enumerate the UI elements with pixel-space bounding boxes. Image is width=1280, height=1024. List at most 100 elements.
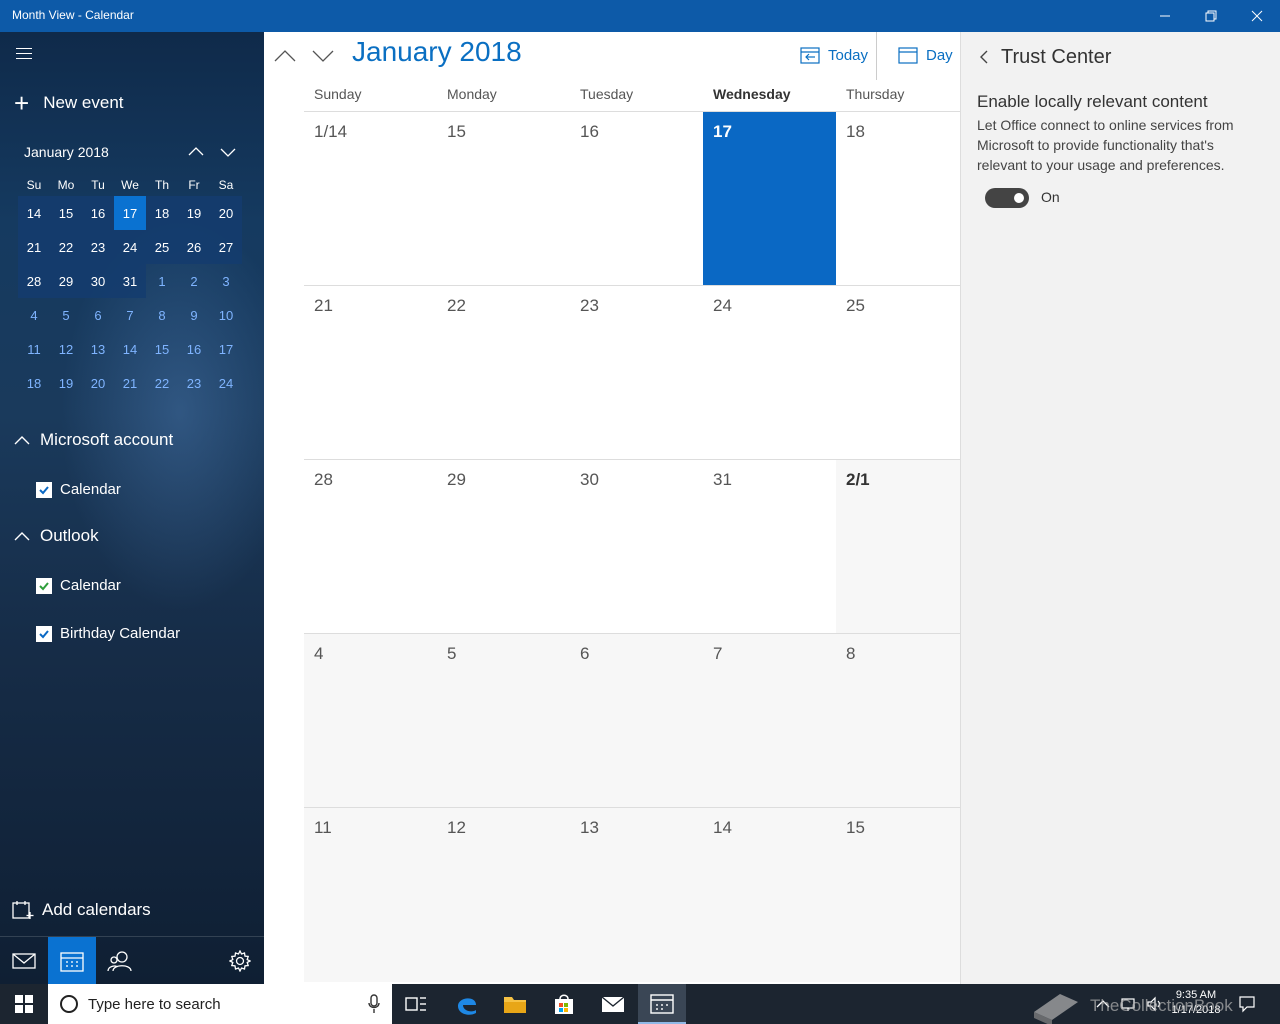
- calendar-day-cell[interactable]: 11: [304, 808, 437, 982]
- mini-calendar-previous-button[interactable]: [184, 142, 208, 162]
- calendar-taskbar-button[interactable]: [638, 984, 686, 1024]
- calendar-day-cell[interactable]: 16: [570, 112, 703, 286]
- calendar-day-cell[interactable]: 25: [836, 286, 960, 460]
- file-explorer-button[interactable]: [491, 984, 539, 1024]
- calendar-day-cell[interactable]: 21: [304, 286, 437, 460]
- calendar-day-cell[interactable]: 2/1: [836, 460, 960, 634]
- calendar-item-outlook-calendar[interactable]: Calendar: [36, 577, 121, 594]
- calendar-day-cell[interactable]: 1/14: [304, 112, 437, 286]
- mini-calendar-day[interactable]: 27: [210, 230, 242, 264]
- back-button[interactable]: [977, 48, 991, 66]
- action-center-button[interactable]: [1238, 984, 1256, 1024]
- calendar-day-cell[interactable]: 5: [437, 634, 570, 808]
- mini-calendar-day[interactable]: 14: [18, 196, 50, 230]
- next-month-button[interactable]: [308, 44, 338, 68]
- calendar-day-cell[interactable]: 24: [703, 286, 836, 460]
- mini-calendar-day[interactable]: 18: [146, 196, 178, 230]
- mini-calendar-day[interactable]: 3: [210, 264, 242, 298]
- mini-calendar-day[interactable]: 17: [114, 196, 146, 230]
- mini-calendar-day[interactable]: 4: [18, 298, 50, 332]
- mini-calendar-day[interactable]: 9: [178, 298, 210, 332]
- mini-calendar-day[interactable]: 29: [50, 264, 82, 298]
- mini-calendar-next-button[interactable]: [216, 142, 240, 162]
- mini-calendar-day[interactable]: 23: [82, 230, 114, 264]
- mini-calendar-day[interactable]: 26: [178, 230, 210, 264]
- task-view-button[interactable]: [392, 984, 440, 1024]
- mini-calendar-day[interactable]: 19: [178, 196, 210, 230]
- calendar-day-cell[interactable]: 8: [836, 634, 960, 808]
- mini-calendar-day[interactable]: 5: [50, 298, 82, 332]
- mini-calendar-day[interactable]: 25: [146, 230, 178, 264]
- locally-relevant-content-toggle[interactable]: [985, 188, 1029, 208]
- calendar-item-microsoft-calendar[interactable]: Calendar: [36, 481, 121, 498]
- taskbar-search-box[interactable]: Type here to search: [48, 984, 392, 1024]
- mini-calendar-day[interactable]: 10: [210, 298, 242, 332]
- mini-calendar-day[interactable]: 21: [18, 230, 50, 264]
- mini-calendar-day[interactable]: 22: [50, 230, 82, 264]
- mini-calendar-day[interactable]: 17: [210, 332, 242, 366]
- mini-calendar-day[interactable]: 15: [50, 196, 82, 230]
- mini-calendar-day[interactable]: 20: [210, 196, 242, 230]
- mail-button[interactable]: [0, 937, 48, 984]
- calendar-item-birthday-calendar[interactable]: Birthday Calendar: [36, 625, 180, 642]
- previous-month-button[interactable]: [270, 44, 300, 68]
- settings-button[interactable]: [216, 937, 264, 984]
- mini-calendar-day[interactable]: 16: [82, 196, 114, 230]
- store-button[interactable]: [540, 984, 588, 1024]
- mini-calendar-day[interactable]: 18: [18, 366, 50, 400]
- mini-calendar-day[interactable]: 6: [82, 298, 114, 332]
- calendar-day-cell[interactable]: 31: [703, 460, 836, 634]
- checkbox[interactable]: [36, 481, 52, 498]
- calendar-day-cell[interactable]: 14: [703, 808, 836, 982]
- day-view-button[interactable]: Day: [898, 46, 953, 64]
- mail-app-button[interactable]: [589, 984, 637, 1024]
- calendar-day-cell[interactable]: 18: [836, 112, 960, 286]
- calendar-app-button[interactable]: [48, 937, 96, 984]
- mini-calendar-day[interactable]: 31: [114, 264, 146, 298]
- account-header-outlook[interactable]: Outlook: [14, 526, 99, 546]
- mini-calendar-day[interactable]: 21: [114, 366, 146, 400]
- start-button[interactable]: [0, 984, 48, 1024]
- checkbox[interactable]: [36, 577, 52, 594]
- mini-calendar-day[interactable]: 24: [114, 230, 146, 264]
- calendar-day-cell[interactable]: 29: [437, 460, 570, 634]
- checkbox[interactable]: [36, 625, 52, 642]
- people-button[interactable]: [96, 937, 144, 984]
- new-event-button[interactable]: + New event: [14, 90, 124, 116]
- add-calendars-button[interactable]: Add calendars: [12, 900, 151, 920]
- mini-calendar-day[interactable]: 1: [146, 264, 178, 298]
- calendar-day-cell[interactable]: 30: [570, 460, 703, 634]
- mini-calendar-day[interactable]: 12: [50, 332, 82, 366]
- mini-calendar-day[interactable]: 23: [178, 366, 210, 400]
- mini-calendar-day[interactable]: 22: [146, 366, 178, 400]
- close-button[interactable]: [1234, 0, 1280, 32]
- minimize-button[interactable]: [1142, 0, 1188, 32]
- calendar-day-cell[interactable]: 4: [304, 634, 437, 808]
- calendar-day-cell[interactable]: 12: [437, 808, 570, 982]
- mini-calendar-day[interactable]: 16: [178, 332, 210, 366]
- today-button[interactable]: Today: [800, 46, 868, 64]
- mini-calendar-day[interactable]: 2: [178, 264, 210, 298]
- mini-calendar-day[interactable]: 13: [82, 332, 114, 366]
- calendar-day-cell[interactable]: 22: [437, 286, 570, 460]
- mini-calendar-day[interactable]: 19: [50, 366, 82, 400]
- mini-calendar-day[interactable]: 15: [146, 332, 178, 366]
- calendar-day-cell[interactable]: 23: [570, 286, 703, 460]
- mini-calendar-day[interactable]: 20: [82, 366, 114, 400]
- month-title[interactable]: January 2018: [352, 36, 522, 68]
- calendar-day-cell[interactable]: 13: [570, 808, 703, 982]
- edge-browser-button[interactable]: [443, 984, 491, 1024]
- hamburger-menu-icon[interactable]: [16, 48, 32, 62]
- calendar-day-cell[interactable]: 7: [703, 634, 836, 808]
- mini-calendar-month-label[interactable]: January 2018: [24, 144, 109, 160]
- calendar-day-cell[interactable]: 6: [570, 634, 703, 808]
- mini-calendar-day[interactable]: 28: [18, 264, 50, 298]
- calendar-day-cell[interactable]: 17: [703, 112, 836, 286]
- account-header-microsoft[interactable]: Microsoft account: [14, 430, 173, 450]
- calendar-day-cell[interactable]: 15: [437, 112, 570, 286]
- mini-calendar-day[interactable]: 30: [82, 264, 114, 298]
- mini-calendar-day[interactable]: 7: [114, 298, 146, 332]
- calendar-day-cell[interactable]: 28: [304, 460, 437, 634]
- calendar-day-cell[interactable]: 15: [836, 808, 960, 982]
- mini-calendar-day[interactable]: 24: [210, 366, 242, 400]
